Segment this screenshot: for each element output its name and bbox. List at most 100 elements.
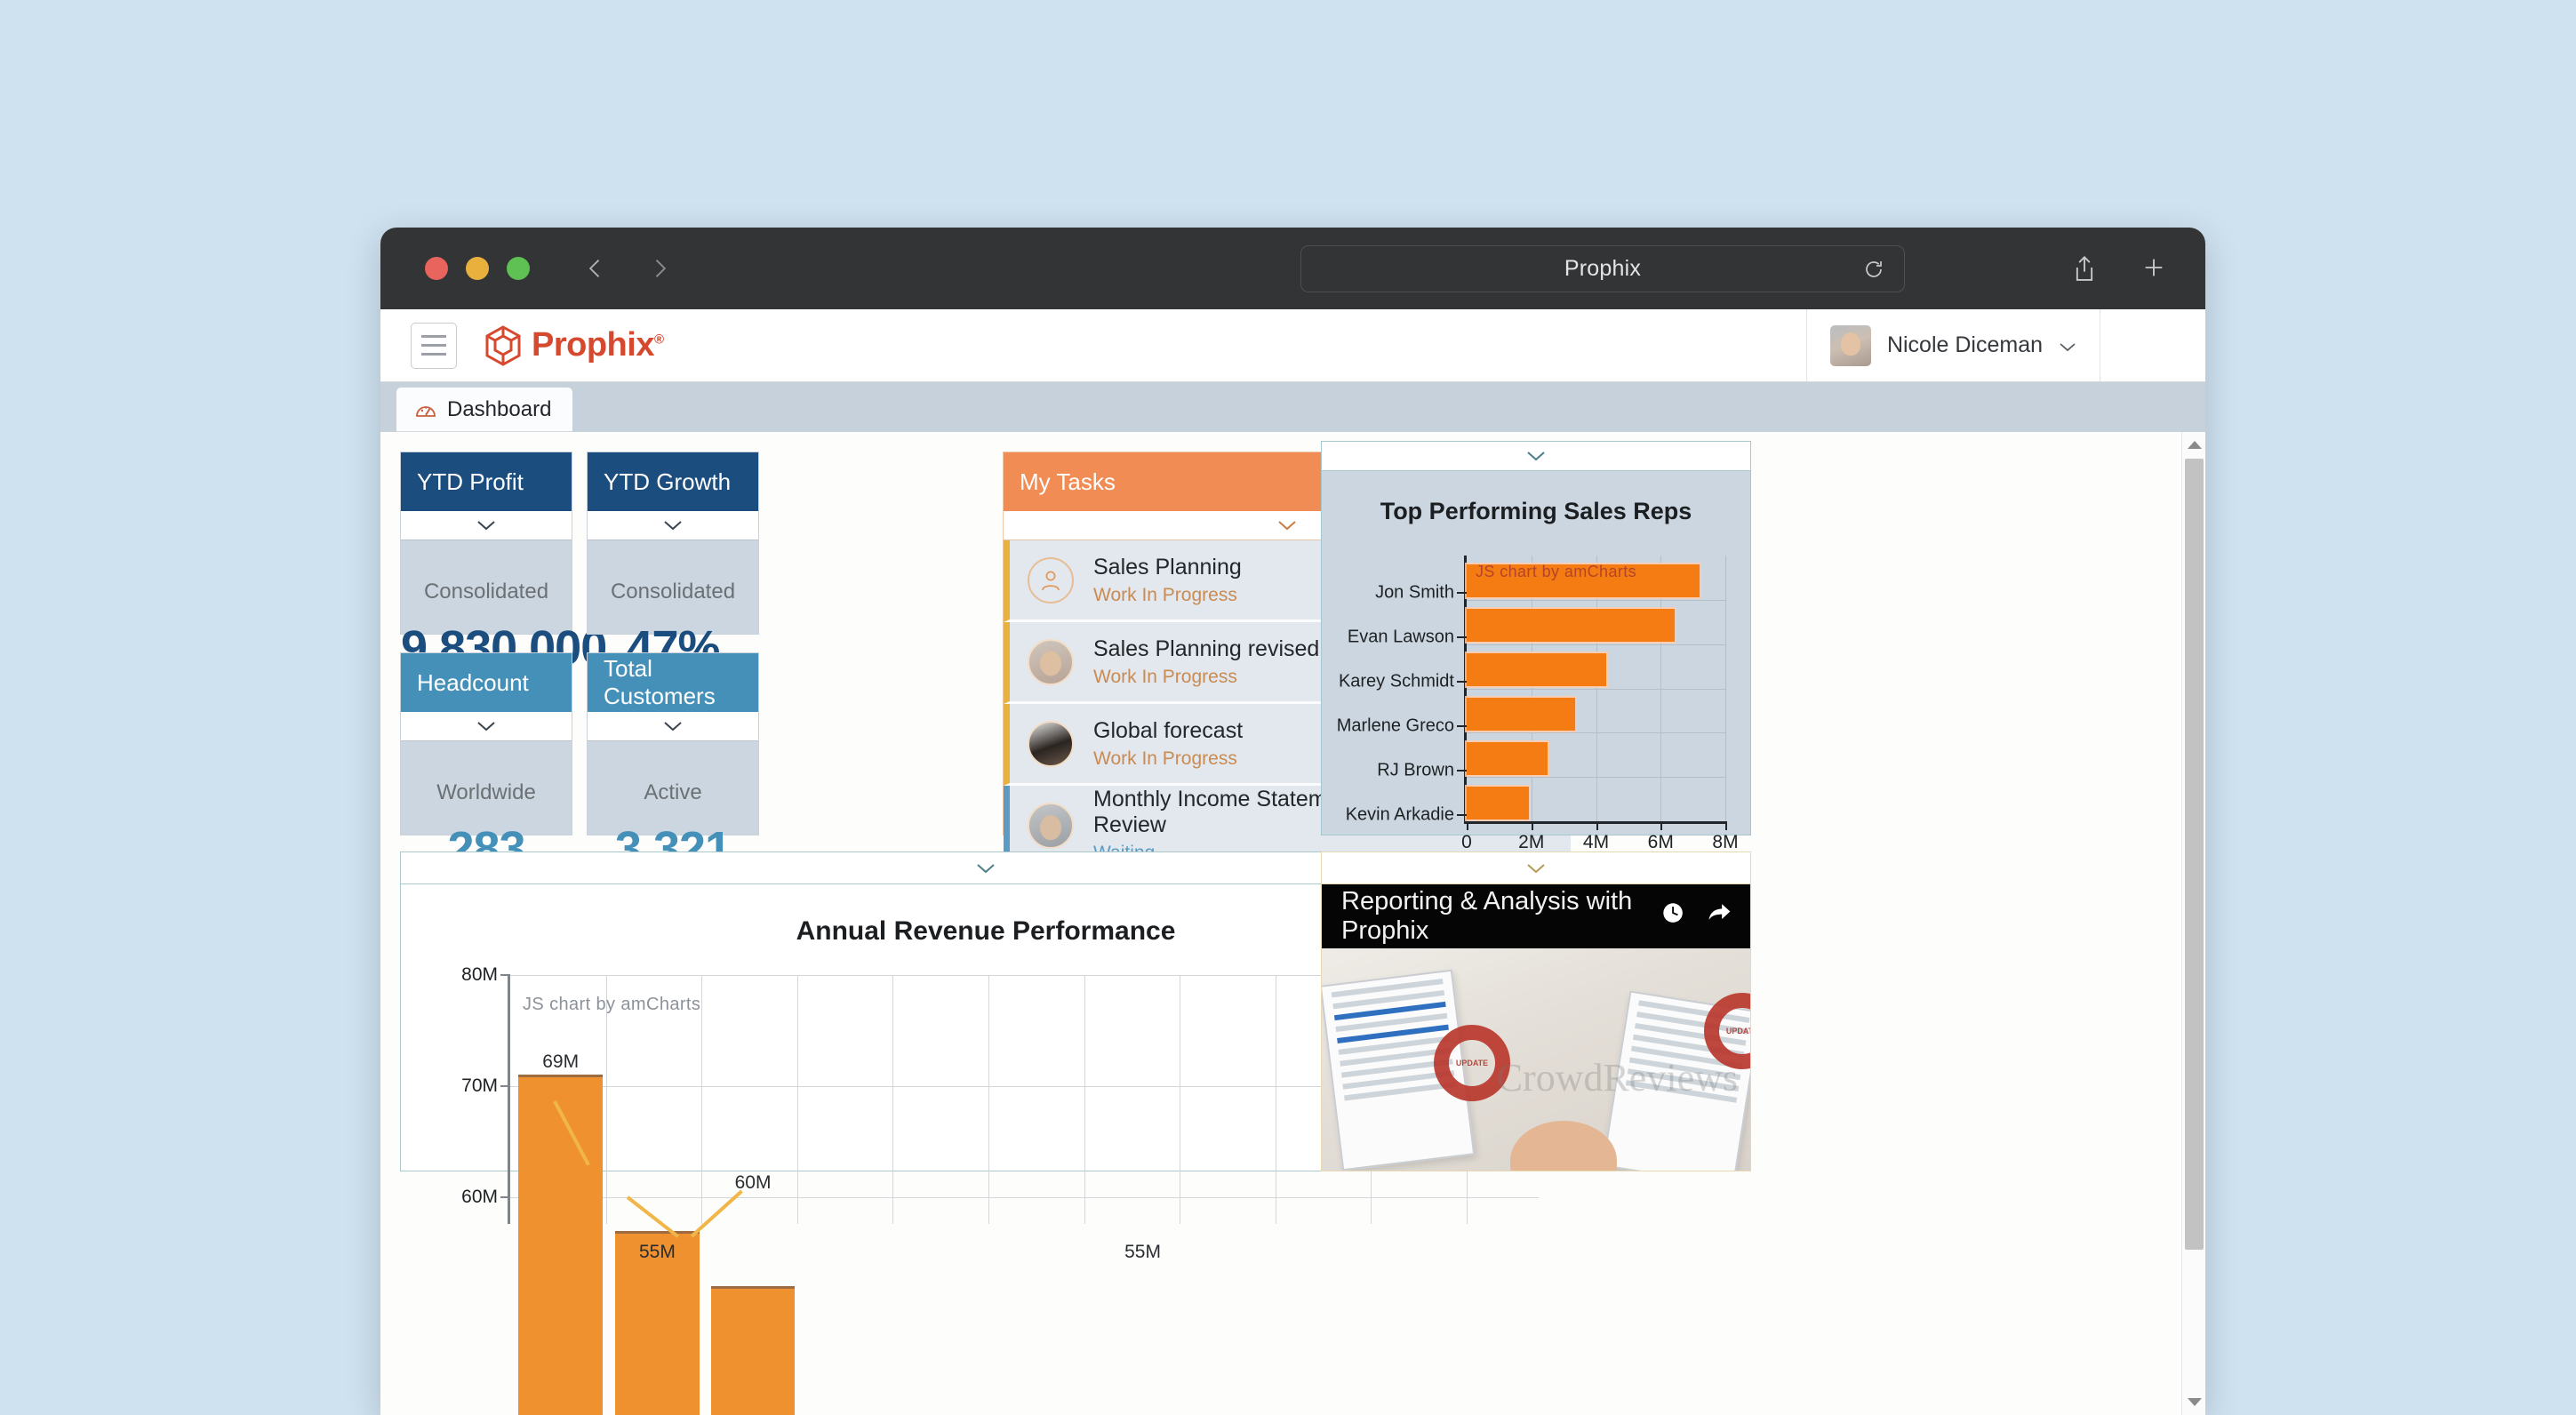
chevron-down-icon[interactable] [1276,519,1298,532]
kpi-header: YTD Profit [401,452,572,511]
user-name-label: Nicole Diceman [1886,332,2043,357]
person-outline-avatar-icon [1028,556,1074,604]
ytick-60m: 60M [461,1187,498,1207]
bar-evan-lawson[interactable] [1467,609,1675,642]
chevron-down-icon[interactable] [662,519,684,532]
xtick-2m: 2M [1518,832,1545,852]
bar-karey-schmidt[interactable] [1467,653,1606,686]
kpi-card-total-customers[interactable]: Total Customers Active 3,321 [587,652,759,875]
chevron-down-icon[interactable] [975,862,996,875]
kpi-header: YTD Growth [588,452,758,511]
close-window-button[interactable] [425,257,448,280]
ytick-70m: 70M [461,1075,498,1096]
collapse-toggle[interactable] [1322,852,1750,884]
prophix-wordmark: Prophix® [532,326,664,364]
address-bar-text: Prophix [1564,256,1642,281]
browser-toolbar: Prophix [380,228,2205,309]
tab-label: Dashboard [447,397,552,421]
chevron-down-icon[interactable] [1525,862,1547,875]
navigation-buttons [583,256,672,281]
minimize-window-button[interactable] [466,257,489,280]
kpi-body: Active 3,321 [588,741,758,875]
browser-window: Prophix Prophix® Nicole Diceman Dashboar… [380,228,2205,1415]
chevron-down-icon[interactable] [2059,340,2076,351]
tab-dashboard[interactable]: Dashboard [396,388,573,432]
browser-actions [2072,255,2166,282]
window-controls [425,257,530,280]
axis-label-karey-schmidt: Karey Schmidt [1338,671,1454,692]
amcharts-credit: JS chart by amCharts [523,995,701,1014]
collapse-toggle[interactable] [588,712,758,741]
reload-icon[interactable] [1863,259,1884,280]
kpi-body: Worldwide 283 [401,741,572,875]
app-header: Prophix® Nicole Diceman [380,309,2205,385]
bar-kevin-arkadie[interactable] [1467,787,1530,819]
axis-label-rj-brown: RJ Brown [1377,760,1454,780]
chevron-down-icon[interactable] [476,519,497,532]
logo-text: Prophix [532,326,654,364]
scroll-up-arrow-icon[interactable] [2188,441,2202,449]
xtick-8m: 8M [1712,832,1739,852]
kpi-title: Headcount [417,668,529,696]
user-menu[interactable]: Nicole Diceman [1805,309,2100,381]
plot-area: Jon Smith Evan Lawson Karey Schmidt Marl… [1337,556,1739,852]
share-arrow-icon[interactable] [1708,901,1731,931]
kpi-header: Headcount [401,653,572,712]
axis-label-evan-lawson: Evan Lawson [1347,627,1454,647]
data-label-55m: 55M [639,1242,676,1262]
back-chevron-icon[interactable] [583,256,608,281]
plus-icon[interactable] [2141,255,2166,282]
xtick-4m: 4M [1582,832,1610,852]
data-label-55m-2: 55M [1124,1242,1161,1262]
axis-label-jon-smith: Jon Smith [1375,582,1454,603]
collapse-toggle[interactable] [401,712,572,741]
collapse-toggle[interactable] [588,511,758,540]
chevron-down-icon[interactable] [476,720,497,732]
data-label-60m: 60M [734,1172,772,1193]
prophix-cube-icon [484,324,523,366]
video-title: Reporting & Analysis with Prophix [1341,887,1633,945]
collapse-toggle[interactable] [1322,442,1750,471]
scroll-down-arrow-icon[interactable] [2188,1398,2202,1406]
bar-rj-brown[interactable] [1467,742,1548,775]
kpi-body: Consolidated 9,830,000 [401,540,607,675]
watch-later-icon[interactable] [1661,901,1684,931]
kpi-card-ytd-growth[interactable]: YTD Growth Consolidated 47% [587,452,759,675]
video-widget: Reporting & Analysis with Prophix UPDATE… [1321,851,1751,1171]
prophix-logo: Prophix® [484,324,664,366]
ytick-80m: 80M [461,964,498,985]
bar-marlene-greco[interactable] [1467,698,1575,731]
dashboard-canvas: YTD Profit Consolidated 9,830,000 YTD Gr… [380,432,2205,1415]
kpi-subtitle: Consolidated [423,580,549,604]
xtick-0: 0 [1461,832,1472,852]
data-label-69m: 69M [542,1051,580,1072]
chevron-down-icon[interactable] [662,720,684,732]
forward-chevron-icon[interactable] [647,256,672,281]
kpi-body: Consolidated 47% [588,540,758,675]
avatar [1028,638,1074,685]
bar-year-3[interactable] [710,1286,796,1415]
xtick-6m: 6M [1647,832,1674,852]
chart-title: Top Performing Sales Reps [1380,498,1692,524]
address-bar[interactable]: Prophix [1300,245,1905,292]
bar-year-1[interactable] [518,1075,604,1415]
vertical-scrollbar[interactable] [2181,432,2205,1415]
chevron-down-icon[interactable] [1525,450,1547,462]
sales-reps-chart-widget: Top Performing Sales Reps Jon Smith Evan… [1321,441,1751,852]
scrollbar-thumb[interactable] [2185,459,2204,1250]
kpi-subtitle: Consolidated [610,580,736,604]
avatar [1829,324,1871,366]
maximize-window-button[interactable] [507,257,530,280]
collapse-toggle[interactable] [401,511,572,540]
tab-bar: Dashboard [380,382,2205,432]
video-thumbnail[interactable]: CrowdReviews [1322,948,1750,1171]
hamburger-icon[interactable] [411,322,457,369]
kpi-title: YTD Growth [604,468,732,495]
kpi-card-headcount[interactable]: Headcount Worldwide 283 [400,652,572,875]
kpi-header: Total Customers [588,653,758,712]
axis-label-kevin-arkadie: Kevin Arkadie [1345,804,1454,825]
kpi-card-ytd-profit[interactable]: YTD Profit Consolidated 9,830,000 [400,452,607,675]
share-icon[interactable] [2072,255,2097,282]
video-title-bar: Reporting & Analysis with Prophix [1322,884,1750,948]
amcharts-credit: JS chart by amCharts [1476,563,1637,580]
